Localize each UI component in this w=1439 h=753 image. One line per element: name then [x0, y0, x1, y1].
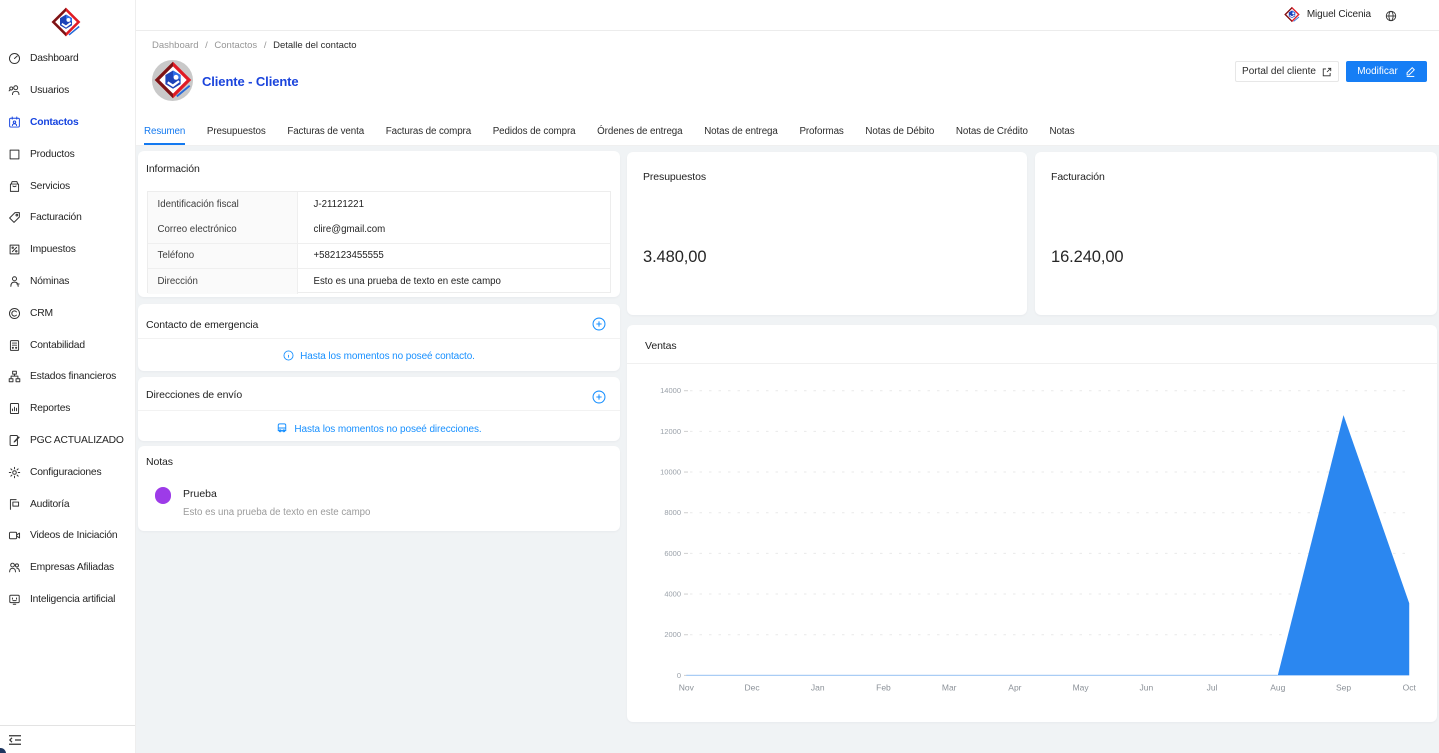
svg-text:Aug: Aug — [1270, 683, 1285, 693]
svg-text:0: 0 — [677, 671, 681, 680]
svg-text:8000: 8000 — [664, 508, 681, 517]
svg-text:6000: 6000 — [664, 549, 681, 558]
svg-text:4000: 4000 — [664, 590, 681, 599]
svg-text:Oct: Oct — [1403, 683, 1417, 693]
svg-text:Dec: Dec — [744, 683, 760, 693]
svg-text:Jan: Jan — [811, 683, 825, 693]
svg-text:Sep: Sep — [1336, 683, 1351, 693]
svg-text:10000: 10000 — [660, 468, 681, 477]
svg-text:Jun: Jun — [1139, 683, 1153, 693]
svg-text:May: May — [1073, 683, 1090, 693]
svg-text:Jul: Jul — [1207, 683, 1218, 693]
svg-text:14000: 14000 — [660, 386, 681, 395]
svg-text:Mar: Mar — [942, 683, 957, 693]
svg-text:Apr: Apr — [1008, 683, 1021, 693]
svg-text:12000: 12000 — [660, 427, 681, 436]
svg-text:Feb: Feb — [876, 683, 891, 693]
svg-text:Nov: Nov — [679, 683, 695, 693]
svg-text:2000: 2000 — [664, 630, 681, 639]
